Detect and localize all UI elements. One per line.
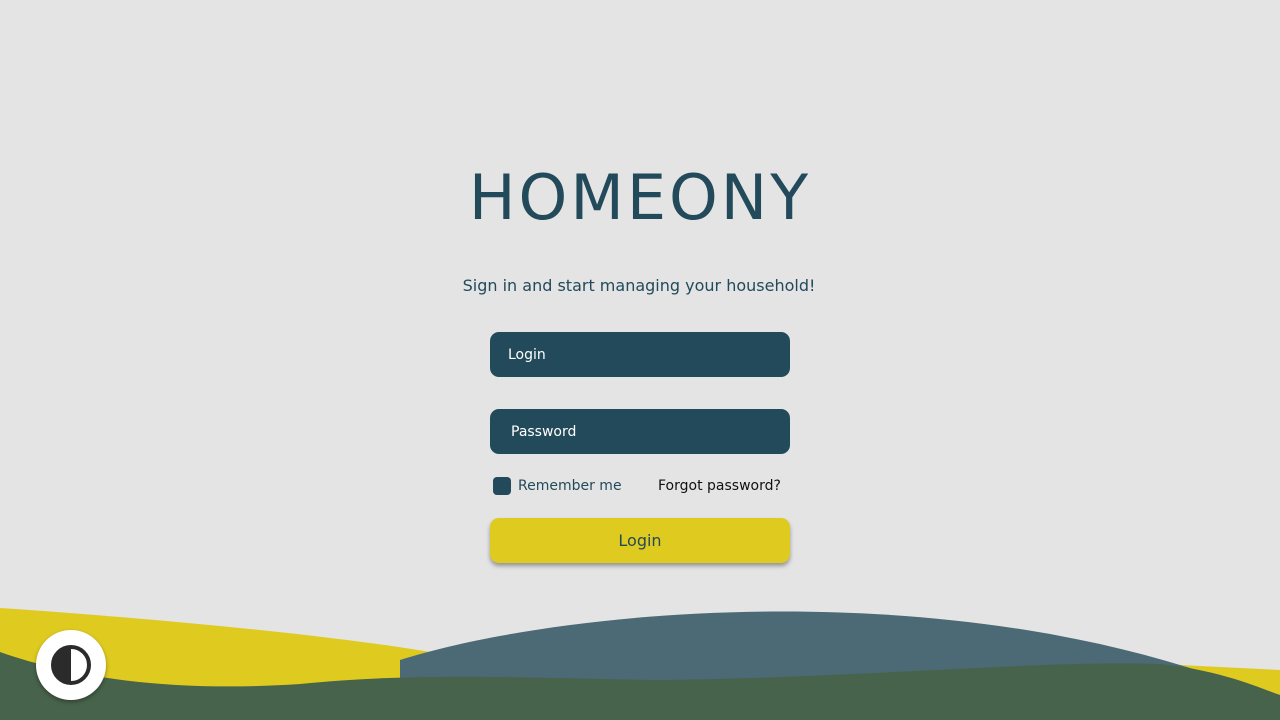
login-input[interactable] [490,332,790,377]
login-field-wrapper [490,332,790,377]
remember-me-checkbox[interactable] [493,477,511,495]
login-page: HOMEONY Sign in and start managing your … [0,0,1280,720]
forgot-password-link[interactable]: Forgot password? [658,477,781,495]
tagline: Sign in and start managing your househol… [462,276,816,295]
remember-me[interactable]: Remember me [493,477,622,495]
login-button[interactable]: Login [490,518,790,563]
contrast-icon [51,645,91,685]
remember-me-label: Remember me [518,478,622,494]
password-input[interactable] [490,409,790,454]
theme-toggle-button[interactable] [36,630,106,700]
decorative-waves [0,608,1280,720]
password-field-wrapper [490,409,790,454]
brand-title: HOMEONY [468,161,812,234]
